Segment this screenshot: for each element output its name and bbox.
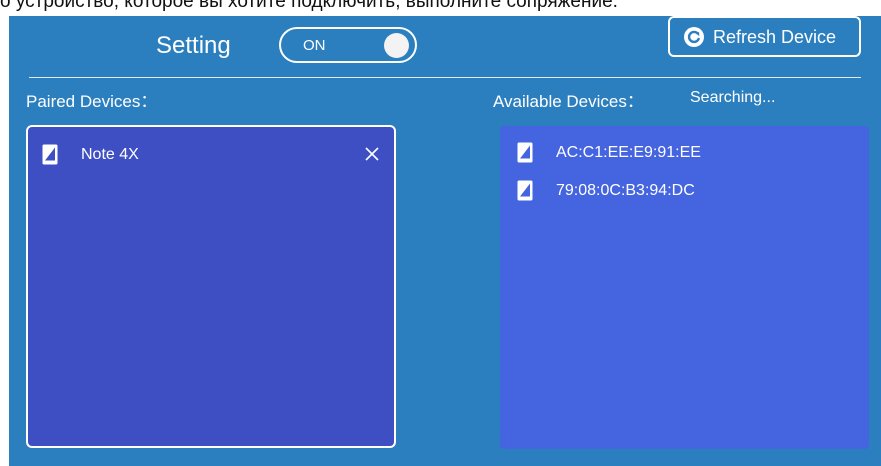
search-status: Searching... (690, 89, 776, 106)
refresh-icon (684, 27, 704, 47)
paired-devices-list: Note 4X (26, 125, 396, 448)
instruction-text: о устройство, которое вы хотите подключи… (0, 0, 618, 12)
available-devices-list: AC:C1:EE:E9:91:EE 79:08:0C:B3:94:DC (500, 126, 869, 449)
phone-icon (517, 142, 533, 163)
toggle-state-label: ON (303, 37, 326, 54)
paired-device-name: Note 4X (81, 146, 139, 163)
available-device-item[interactable]: AC:C1:EE:E9:91:EE (517, 139, 869, 167)
available-devices-label: Available Devices： (493, 92, 644, 111)
available-device-item[interactable]: 79:08:0C:B3:94:DC (517, 177, 869, 205)
refresh-device-label: Refresh Device (713, 27, 837, 47)
bluetooth-settings-screen: Setting ON Refresh Device Paired Devices… (9, 16, 881, 466)
available-device-name: AC:C1:EE:E9:91:EE (556, 144, 701, 161)
refresh-device-button[interactable]: Refresh Device (668, 16, 861, 57)
paired-device-item[interactable]: Note 4X (42, 141, 386, 169)
close-icon[interactable] (364, 146, 380, 162)
header-divider (29, 77, 861, 78)
phone-icon (517, 180, 533, 201)
bluetooth-toggle[interactable]: ON (279, 27, 417, 63)
phone-icon (42, 144, 58, 165)
paired-devices-label: Paired Devices： (26, 92, 158, 111)
available-device-name: 79:08:0C:B3:94:DC (556, 182, 695, 199)
setting-label: Setting (156, 32, 231, 59)
toggle-knob[interactable] (384, 33, 409, 58)
instruction-banner: о устройство, которое вы хотите подключи… (0, 0, 881, 16)
